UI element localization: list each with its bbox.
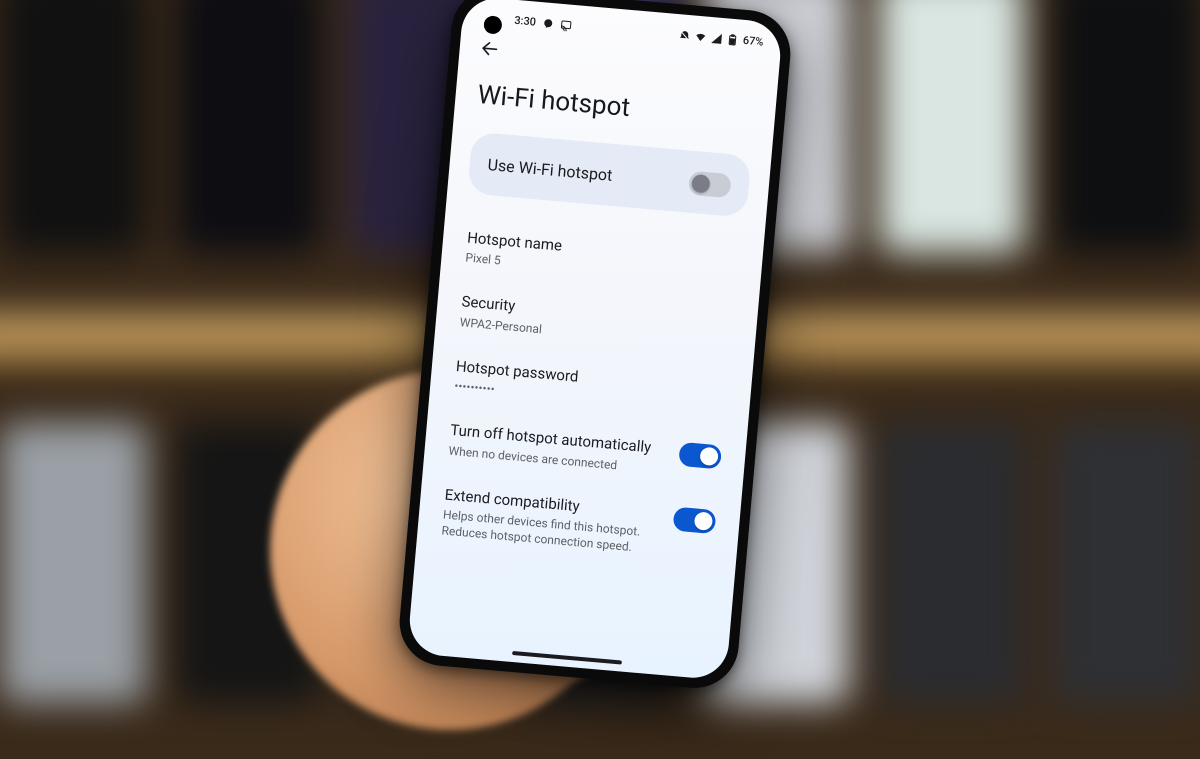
phone-screen: 3:30 <box>407 0 783 681</box>
phone-frame: 3:30 <box>396 0 794 692</box>
use-hotspot-row[interactable]: Use Wi-Fi hotspot <box>467 132 751 218</box>
use-hotspot-toggle[interactable] <box>688 171 732 199</box>
gesture-nav-pill[interactable] <box>512 651 622 665</box>
cast-icon <box>559 18 572 31</box>
signal-icon <box>711 31 724 44</box>
use-hotspot-label: Use Wi-Fi hotspot <box>487 155 613 185</box>
status-time: 3:30 <box>514 14 537 29</box>
messenger-icon <box>541 17 554 30</box>
arrow-left-icon <box>479 38 501 60</box>
status-battery-text: 67% <box>742 34 764 49</box>
battery-icon <box>726 33 739 46</box>
extend-compat-toggle[interactable] <box>673 506 717 534</box>
wifi-icon <box>695 30 708 43</box>
auto-off-toggle[interactable] <box>678 442 722 470</box>
dnd-icon <box>679 29 692 42</box>
